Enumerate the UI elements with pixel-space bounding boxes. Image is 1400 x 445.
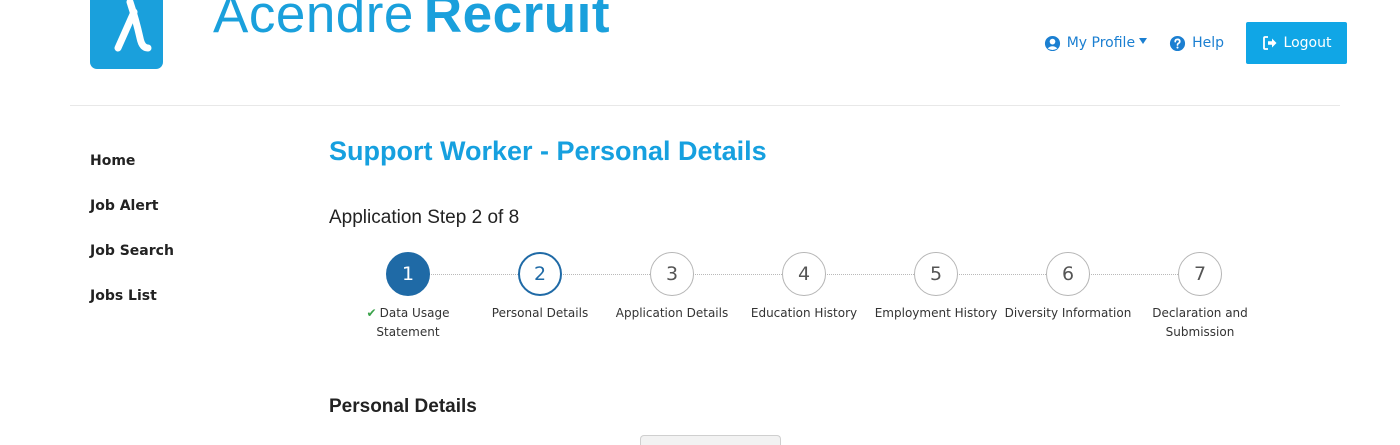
sidebar-item-home[interactable]: Home bbox=[90, 150, 174, 195]
step-6-caption: Diversity Information bbox=[1004, 306, 1132, 320]
section-title-personal-details: Personal Details bbox=[329, 396, 477, 417]
logout-label: Logout bbox=[1283, 35, 1332, 51]
step-2-circle[interactable]: 2 bbox=[518, 252, 562, 296]
step-1[interactable]: 1 ✔ Data Usage Statement bbox=[342, 252, 474, 342]
sidebar-item-job-alert[interactable]: Job Alert bbox=[90, 195, 174, 240]
logo-wordmark[interactable]: Acendre Recruit bbox=[213, 0, 610, 45]
step-7-caption: Declaration and Submission bbox=[1152, 306, 1248, 339]
question-circle-icon bbox=[1170, 35, 1186, 51]
step-4[interactable]: 4 Education History bbox=[738, 252, 870, 323]
page-title: Support Worker - Personal Details bbox=[329, 136, 767, 166]
step-1-caption: ✔ Data Usage Statement bbox=[342, 304, 474, 342]
step-3[interactable]: 3 Application Details bbox=[606, 252, 738, 323]
logo-mark[interactable] bbox=[90, 0, 163, 69]
step-2[interactable]: 2 Personal Details bbox=[474, 252, 606, 323]
step-3-caption: Application Details bbox=[615, 306, 729, 320]
user-circle-icon bbox=[1044, 35, 1060, 51]
sidebar-item-job-search[interactable]: Job Search bbox=[90, 240, 174, 285]
lambda-logo-icon bbox=[114, 0, 152, 52]
sidebar-nav: Home Job Alert Job Search Jobs List bbox=[90, 150, 174, 330]
step-1-circle[interactable]: 1 bbox=[386, 252, 430, 296]
sign-out-icon bbox=[1262, 36, 1277, 50]
logo-text-light: Acendre bbox=[213, 0, 414, 44]
logo-text-bold: Recruit bbox=[423, 0, 611, 44]
step-5-circle[interactable]: 5 bbox=[914, 252, 958, 296]
help-label: Help bbox=[1192, 35, 1224, 51]
step-3-circle[interactable]: 3 bbox=[650, 252, 694, 296]
my-profile-label: My Profile bbox=[1066, 35, 1136, 51]
application-stepper: 1 ✔ Data Usage Statement 2 Personal Detai… bbox=[342, 252, 1266, 352]
checkmark-icon: ✔ bbox=[366, 306, 377, 320]
step-4-caption: Education History bbox=[750, 306, 858, 320]
step-6[interactable]: 6 Diversity Information bbox=[1002, 252, 1134, 323]
help-link[interactable]: Help bbox=[1169, 35, 1224, 52]
my-profile-menu[interactable]: My Profile bbox=[1044, 35, 1148, 52]
form-control-partial[interactable] bbox=[640, 435, 781, 445]
application-step-label: Application Step 2 of 8 bbox=[329, 207, 520, 228]
header-divider bbox=[70, 96, 1340, 106]
step-1-caption-text: Data Usage Statement bbox=[376, 306, 450, 339]
logout-button[interactable]: Logout bbox=[1246, 22, 1347, 64]
step-5[interactable]: 5 Employment History bbox=[870, 252, 1002, 323]
step-5-caption: Employment History bbox=[874, 306, 998, 320]
caret-down-icon bbox=[1139, 38, 1148, 44]
step-7-circle[interactable]: 7 bbox=[1178, 252, 1222, 296]
top-nav: My Profile Help Logout bbox=[1044, 22, 1347, 64]
step-6-circle[interactable]: 6 bbox=[1046, 252, 1090, 296]
step-2-caption: Personal Details bbox=[491, 306, 589, 320]
header: Acendre Recruit My Profile Help Logout bbox=[0, 0, 1400, 106]
sidebar-item-jobs-list[interactable]: Jobs List bbox=[90, 285, 174, 330]
step-4-circle[interactable]: 4 bbox=[782, 252, 826, 296]
step-7[interactable]: 7 Declaration and Submission bbox=[1134, 252, 1266, 342]
